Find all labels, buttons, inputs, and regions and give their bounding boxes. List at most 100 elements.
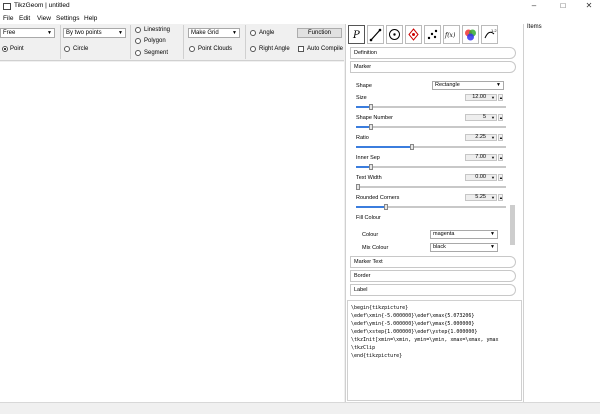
shape-number-value: 5 [482,114,486,120]
items-panel: Items [523,24,600,402]
divider [130,25,131,59]
code-line: \edef\xmin{-5.000000}\edef\xmax{5.073206… [351,313,475,319]
shape-number-label: Shape Number [356,115,393,121]
inner-sep-slider-handle[interactable] [369,164,373,170]
shape-combo[interactable]: Rectangle ▼ [432,81,504,90]
menu-file[interactable]: File [3,15,13,22]
grid-combo[interactable]: Make Grid ▼ [188,28,240,38]
colour-combo[interactable]: magenta ▼ [430,230,498,239]
window-title: TikzGeom | untitled [14,2,70,9]
size-step-icon[interactable]: ▲ [498,94,503,101]
shape-number-slider[interactable] [356,124,506,130]
text-width-spin[interactable]: 0.00 ▼ [465,174,497,181]
right-angle-label: Right Angle [259,46,290,52]
angle-radio[interactable] [250,30,256,36]
scatter-icon[interactable] [424,25,441,44]
divider [60,25,61,59]
chevron-down-icon: ▼ [491,195,495,200]
inner-sep-spin[interactable]: 7.00 ▼ [465,154,497,161]
point-radio[interactable] [2,46,8,52]
polygon-radio[interactable] [135,38,141,44]
code-line: \end{tikzpicture} [351,353,403,359]
items-label: Items [527,24,542,30]
mix-colour-label: Mix Colour [362,245,389,251]
text-width-step-icon[interactable]: ▲ [498,174,503,181]
right-angle-radio[interactable] [250,46,256,52]
menu-help[interactable]: Help [84,15,97,22]
ratio-step-icon[interactable]: ▲ [498,134,503,141]
chevron-down-icon: ▼ [47,30,52,36]
chevron-down-icon: ▼ [490,244,495,250]
shape-number-step-icon[interactable]: ▲ [498,114,503,121]
inner-sep-slider[interactable] [356,164,506,170]
section-marker[interactable]: Marker [350,61,516,73]
rounded-corners-slider[interactable] [356,204,506,210]
circle-radio[interactable] [64,46,70,52]
size-spin[interactable]: 12.00 ▼ [465,94,497,101]
size-slider-handle[interactable] [369,104,373,110]
section-label[interactable]: Label [350,284,516,296]
circle-mode-combo[interactable]: By two points ▼ [63,28,126,38]
section-marker-text[interactable]: Marker Text [350,256,516,268]
text-width-label: Text Width [356,175,382,181]
menu-settings[interactable]: Settings [56,15,80,22]
divider [183,25,184,59]
text-width-slider-handle[interactable] [356,184,360,190]
point-clouds-radio[interactable] [189,46,195,52]
circle-mode-value: By two points [66,30,102,36]
size-slider[interactable] [356,104,506,110]
linestring-radio[interactable] [135,27,141,33]
segment-radio[interactable] [135,50,141,56]
chevron-down-icon: ▼ [491,175,495,180]
marker-properties: Shape Rectangle ▼ Size 12.00 ▼ ▲ Shape Nu… [350,74,516,254]
point-clouds-label: Point Clouds [198,46,233,52]
colour-value: magenta [433,231,455,237]
angle-label: Angle [259,30,275,36]
rounded-corners-label: Rounded Corners [356,195,400,201]
close-icon[interactable]: ✕ [578,0,600,13]
text-width-value: 0.00 [475,174,486,180]
point-move-icon[interactable] [405,25,422,44]
shape-label: Shape [356,83,372,89]
code-editor[interactable]: \begin{tikzpicture} \edef\xmin{-5.000000… [347,300,522,401]
code-line: \begin{tikzpicture} [351,305,409,311]
function-button[interactable]: Function [297,28,342,38]
divider [245,25,246,59]
inner-sep-value: 7.00 [475,154,486,160]
auto-compile-checkbox[interactable] [298,46,304,52]
color-wheel-icon[interactable] [462,25,479,44]
auto-compile-label: Auto Compile [307,46,344,52]
mode-combo[interactable]: Free ▼ [0,28,55,38]
maximize-icon[interactable]: □ [552,0,574,13]
transform-icon[interactable]: 1.2 [481,25,498,44]
shape-number-spin[interactable]: 5 ▼ [465,114,497,121]
rounded-corners-step-icon[interactable]: ▲ [498,194,503,201]
shape-number-slider-handle[interactable] [369,124,373,130]
mix-colour-combo[interactable]: black ▼ [430,243,498,252]
function-icon[interactable]: f(x) [443,25,460,44]
rounded-corners-spin[interactable]: 5.25 ▼ [465,194,497,201]
ratio-slider-handle[interactable] [409,144,414,150]
properties-scrollbar[interactable] [510,205,515,245]
section-border[interactable]: Border [350,270,516,282]
text-width-slider[interactable] [356,184,506,190]
chevron-down-icon: ▼ [491,115,495,120]
menu-edit[interactable]: Edit [19,15,30,22]
ratio-spin[interactable]: 2.25 ▼ [465,134,497,141]
code-line: \edef\xstep{1.000000}\edef\ystep{1.00000… [351,329,478,335]
text-tool-icon[interactable]: P [348,25,365,44]
inner-sep-step-icon[interactable]: ▲ [498,154,503,161]
title-bar: TikzGeom | untitled – □ ✕ [0,0,600,13]
minimize-icon[interactable]: – [523,0,545,13]
chevron-down-icon: ▼ [490,231,495,237]
chevron-down-icon: ▼ [232,30,237,36]
circle-tool-icon[interactable] [386,25,403,44]
code-line: \tkzClip [351,345,376,351]
linestring-label: Linestring [144,27,171,33]
line-tool-icon[interactable] [367,25,384,44]
drawing-canvas[interactable] [0,62,344,402]
menu-view[interactable]: View [37,15,51,22]
ratio-slider[interactable] [356,144,506,150]
rounded-corners-slider-handle[interactable] [384,204,388,210]
section-definition[interactable]: Definition [350,47,516,59]
